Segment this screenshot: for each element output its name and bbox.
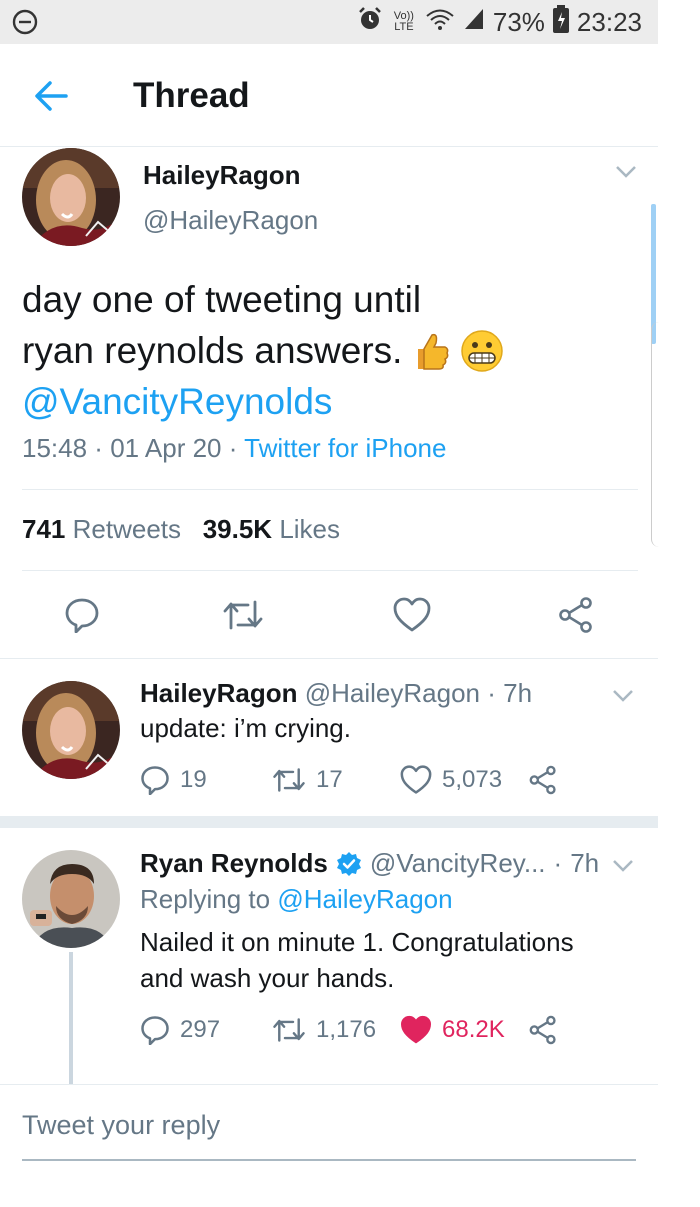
- retweets-count: 741: [22, 514, 66, 544]
- reply-button[interactable]: [64, 597, 100, 638]
- signal-icon: [463, 7, 485, 38]
- retweets-stat[interactable]: 741 Retweets: [22, 514, 181, 544]
- scroll-track: [651, 322, 660, 547]
- grimace-emoji: [461, 329, 504, 372]
- reply-text-line: Nailed it on minute 1. Congratulations: [140, 927, 574, 957]
- retweet-count: 17: [316, 766, 343, 793]
- avatar[interactable]: [22, 148, 120, 246]
- reply-header: HaileyRagon @HaileyRagon · 7h: [140, 678, 533, 708]
- author-name[interactable]: HaileyRagon: [140, 678, 298, 708]
- retweet-count: 1,176: [316, 1016, 377, 1043]
- share-button[interactable]: [557, 597, 595, 638]
- chevron-down-icon: [613, 860, 633, 872]
- tweet-time: 15:48: [22, 433, 88, 463]
- reply-input[interactable]: Tweet your reply: [22, 1110, 220, 1141]
- reply-actions: 297 1,176 68.2K: [140, 1015, 610, 1047]
- replying-to-label: Replying to: [140, 884, 271, 914]
- reply-text: Nailed it on minute 1. Congratulations a…: [140, 924, 574, 996]
- likes-label: Likes: [279, 514, 341, 544]
- reply-icon: [141, 1016, 169, 1045]
- battery-icon: [552, 4, 569, 40]
- like-button[interactable]: 68.2K: [400, 1015, 505, 1045]
- mention-link[interactable]: @HaileyRagon: [277, 884, 452, 914]
- heart-icon: [400, 765, 432, 794]
- reply-header: Ryan Reynolds @VancityRey... · 7h: [140, 848, 600, 879]
- back-arrow-icon: [35, 81, 68, 111]
- clock: 23:23: [576, 6, 642, 37]
- chevron-down-icon: [616, 166, 636, 178]
- thumbs-up-emoji: [418, 333, 449, 370]
- retweet-button[interactable]: [222, 597, 264, 638]
- tweet-text: day one of tweeting until ryan reynolds …: [22, 274, 622, 427]
- author-name[interactable]: HaileyRagon: [143, 160, 301, 191]
- retweet-button[interactable]: 17: [272, 765, 343, 795]
- avatar[interactable]: [22, 681, 120, 779]
- tweet-age: 7h: [503, 678, 533, 708]
- reply-button[interactable]: 19: [140, 765, 207, 795]
- author-handle[interactable]: @HaileyRagon: [143, 205, 318, 236]
- tweet-menu-button[interactable]: [611, 688, 635, 709]
- page-title: Thread: [133, 76, 250, 115]
- divider: [0, 1084, 658, 1085]
- reply-count: 19: [180, 766, 207, 793]
- author-name[interactable]: Ryan Reynolds: [140, 848, 328, 879]
- author-handle[interactable]: @HaileyRagon: [305, 678, 480, 708]
- heart-icon: [393, 597, 431, 632]
- section-separator: [0, 816, 658, 828]
- mention-link[interactable]: @VancityReynolds: [22, 376, 622, 427]
- engagement-stats: 741 Retweets 39.5K Likes: [22, 514, 340, 545]
- like-count: 5,073: [442, 766, 503, 793]
- app-header: Thread: [0, 44, 658, 147]
- reply-text: update: i’m crying.: [140, 713, 351, 743]
- tweet-text-line: day one of tweeting until: [22, 279, 422, 320]
- reply-button[interactable]: 297: [140, 1015, 220, 1045]
- like-button[interactable]: 5,073: [400, 765, 502, 795]
- like-count: 68.2K: [442, 1016, 505, 1043]
- reply-actions: 19 17 5,073: [140, 765, 610, 797]
- retweet-icon: [273, 768, 305, 792]
- tweet-source-link[interactable]: Twitter for iPhone: [244, 433, 446, 463]
- wifi-icon: [425, 7, 455, 38]
- divider: [0, 658, 658, 659]
- divider: [22, 489, 638, 490]
- reply-text-line: and wash your hands.: [140, 963, 395, 993]
- dnd-icon: [12, 9, 38, 40]
- reply-count: 297: [180, 1016, 221, 1043]
- status-bar: Vo)) LTE 73% 23:23: [0, 0, 658, 44]
- battery-percent: 73%: [492, 6, 545, 37]
- avatar[interactable]: [22, 850, 120, 948]
- tweet-meta: 15:48 · 01 Apr 20 · Twitter for iPhone: [22, 433, 447, 463]
- likes-count: 39.5K: [202, 514, 273, 544]
- retweet-button[interactable]: 1,176: [272, 1015, 376, 1045]
- chevron-down-icon: [613, 690, 633, 702]
- back-button[interactable]: [32, 78, 72, 114]
- likes-stat[interactable]: 39.5K Likes: [203, 514, 340, 544]
- like-button[interactable]: [393, 597, 431, 638]
- tweet-date: 01 Apr 20: [110, 433, 222, 463]
- tweet-age: 7h: [570, 848, 600, 878]
- tweet-menu-button[interactable]: [614, 164, 638, 185]
- retweet-icon: [223, 600, 263, 630]
- share-icon: [559, 597, 592, 633]
- alarm-icon: [357, 6, 383, 39]
- tweet-menu-button[interactable]: [611, 858, 635, 879]
- share-button[interactable]: [528, 1015, 558, 1045]
- share-icon: [529, 765, 556, 795]
- divider: [22, 570, 638, 571]
- heart-icon: [401, 1015, 431, 1044]
- reply-icon: [141, 766, 169, 795]
- volte-label: Vo)) LTE: [393, 10, 414, 33]
- reply-input-underline: [22, 1159, 636, 1161]
- author-handle[interactable]: @VancityRey...: [370, 848, 546, 879]
- retweets-label: Retweets: [72, 514, 182, 544]
- verified-icon: [336, 851, 361, 876]
- retweet-icon: [273, 1018, 305, 1042]
- tweet-text-line: ryan reynolds answers.: [22, 330, 403, 371]
- replying-to: Replying to @HaileyRagon: [140, 884, 453, 915]
- share-icon: [529, 1015, 556, 1045]
- thread-line: [69, 952, 73, 1084]
- share-button[interactable]: [528, 765, 558, 795]
- reply-icon: [65, 598, 99, 634]
